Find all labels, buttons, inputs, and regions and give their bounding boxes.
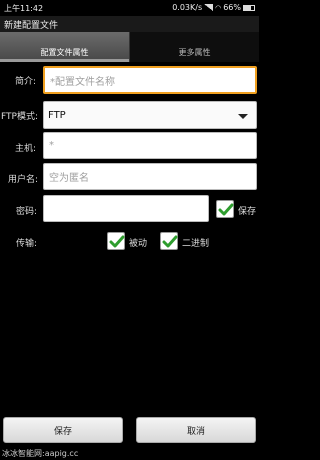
username-input[interactable]: 空为匿名	[43, 163, 257, 190]
ftp-mode-label: FTP模式:	[1, 112, 38, 122]
save-password-label: 保存	[238, 207, 257, 217]
tab-bar: 配置文件属性 更多属性	[0, 32, 259, 62]
host-label: 主机:	[15, 144, 37, 154]
transfer-label: 传输:	[16, 239, 38, 249]
password-input[interactable]	[43, 195, 209, 222]
name-label: 简介:	[15, 77, 37, 87]
profile-name-input[interactable]: *配置文件名称	[43, 66, 257, 94]
watermark-text: 冰冰智能网:aapig.cc	[2, 449, 79, 458]
tab-profile-properties[interactable]: 配置文件属性	[0, 32, 129, 62]
signal-icon	[204, 4, 214, 11]
tab-more-properties[interactable]: 更多属性	[129, 32, 259, 62]
battery-icon	[243, 4, 255, 11]
title-bar: 新建配置文件	[0, 16, 259, 32]
wifi-icon: ◠	[215, 3, 222, 12]
save-button[interactable]: 保存	[3, 417, 123, 443]
cancel-button[interactable]: 取消	[136, 417, 256, 443]
ftp-mode-value: FTP	[48, 109, 66, 121]
tab-label: 配置文件属性	[40, 48, 89, 57]
tab-label: 更多属性	[178, 48, 211, 57]
ftp-mode-select[interactable]: FTP	[43, 101, 257, 129]
status-time: 上午11:42	[4, 4, 44, 13]
passive-label: 被动	[129, 239, 148, 249]
status-bar: 上午11:42 0.03K/s ◠ 66%	[0, 0, 259, 16]
username-label: 用户名:	[8, 175, 39, 185]
host-input[interactable]: *	[43, 132, 257, 159]
password-label: 密码:	[16, 207, 38, 217]
save-password-checkbox[interactable]	[216, 200, 234, 218]
status-indicators: 0.03K/s ◠ 66%	[172, 3, 255, 12]
battery-percent: 66%	[223, 3, 241, 12]
dropdown-arrow-icon	[238, 114, 248, 119]
binary-label: 二进制	[182, 239, 210, 249]
binary-checkbox[interactable]	[160, 232, 178, 250]
checkmark-icon	[218, 203, 234, 216]
checkmark-icon	[109, 235, 125, 248]
passive-checkbox[interactable]	[107, 232, 125, 250]
page-title: 新建配置文件	[4, 21, 59, 31]
network-speed: 0.03K/s	[172, 3, 203, 12]
checkmark-icon	[162, 235, 178, 248]
